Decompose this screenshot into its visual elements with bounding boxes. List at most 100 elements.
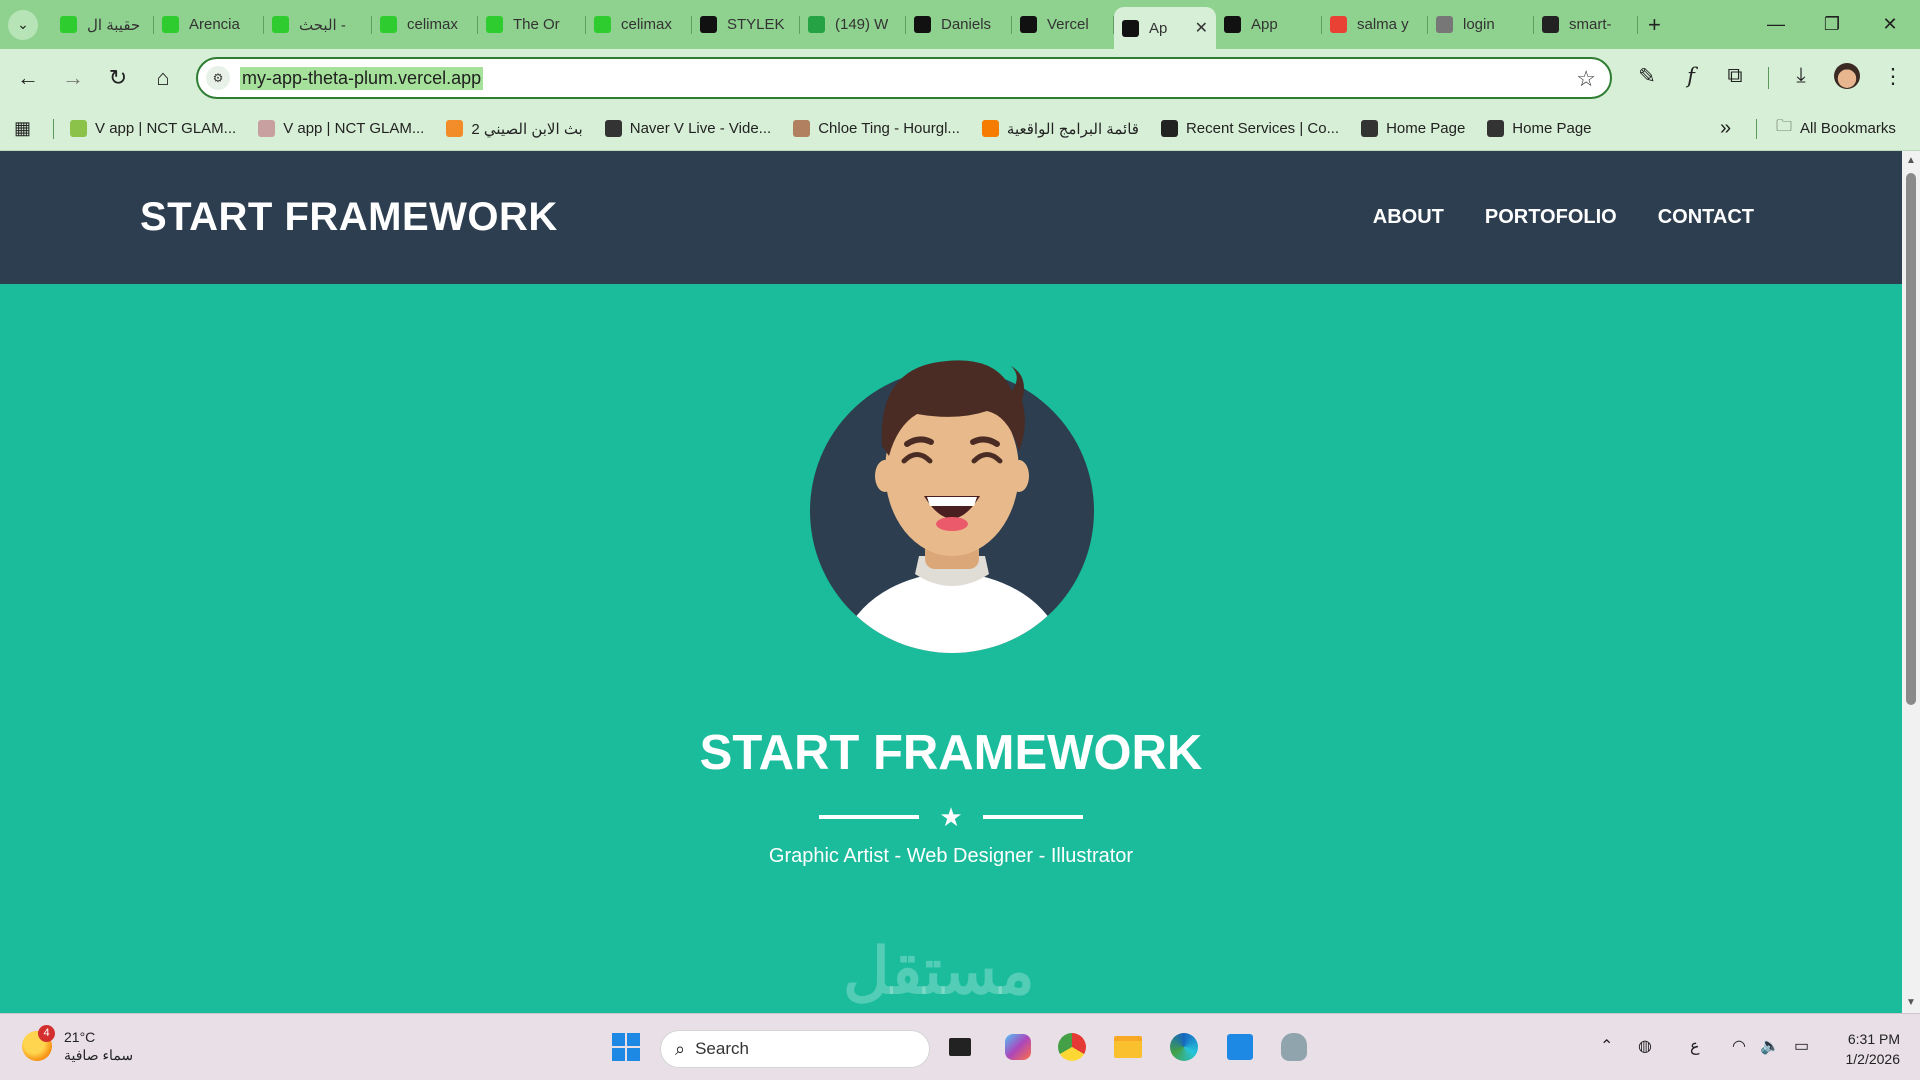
- vscode-icon[interactable]: [1220, 1027, 1260, 1067]
- bookmark-favicon-icon: [1361, 120, 1379, 137]
- hero-divider: ★: [819, 802, 1083, 832]
- apps-grid-icon[interactable]: ▦: [14, 118, 31, 139]
- site-brand[interactable]: START FRAMEWORK: [140, 195, 558, 240]
- hero-subtitle: Graphic Artist - Web Designer - Illustra…: [768, 845, 1134, 867]
- browser-tab[interactable]: celimax: [586, 0, 692, 49]
- weather-temp: 21°C: [64, 1029, 96, 1045]
- extensions-icon[interactable]: ⧉: [1714, 55, 1756, 97]
- download-icon[interactable]: ⤓: [1780, 55, 1822, 97]
- taskbar-search[interactable]: ⌕ Search: [660, 1030, 930, 1068]
- bookmark-star-icon[interactable]: ☆: [1576, 66, 1596, 92]
- volume-icon[interactable]: 🔈: [1760, 1036, 1780, 1056]
- bookmark-item[interactable]: Home Page: [1361, 120, 1465, 137]
- tab-title: Arencia: [189, 16, 240, 33]
- browser-tab[interactable]: Ap ✕: [1114, 7, 1216, 49]
- taskbar: 4 21°C سماء صافية ⌕ Search ⌃ ◍ ع ◠ 🔈 ▭ 6…: [0, 1013, 1920, 1080]
- bookmark-item[interactable]: V app | NCT GLAM...: [70, 120, 236, 137]
- tab-favicon-icon: [1122, 19, 1139, 37]
- browser-tab[interactable]: smart-: [1534, 0, 1638, 49]
- tab-favicon-icon: [808, 16, 825, 33]
- file-explorer-icon[interactable]: [1108, 1027, 1148, 1067]
- browser-tab[interactable]: Arencia: [154, 0, 264, 49]
- app-mascot-icon[interactable]: [1274, 1027, 1314, 1067]
- bookmark-item[interactable]: بث الابن الصيني 2: [446, 120, 583, 138]
- tab-favicon-icon: [1436, 16, 1453, 33]
- reload-button[interactable]: ↻: [97, 57, 139, 99]
- browser-tab[interactable]: celimax: [372, 0, 478, 49]
- divider-line-right: [983, 815, 1083, 819]
- nav-about-link[interactable]: ABOUT: [1373, 206, 1444, 229]
- bookmark-favicon-icon: [258, 120, 276, 137]
- bookmark-favicon-icon: [1160, 120, 1178, 137]
- restore-button[interactable]: ❐: [1804, 0, 1860, 49]
- browser-tab[interactable]: (149) W: [800, 0, 906, 49]
- url-text[interactable]: my-app-theta-plum.vercel.app: [240, 66, 484, 90]
- new-tab-button[interactable]: +: [1648, 12, 1661, 38]
- site-info-icon[interactable]: ⚙: [206, 66, 230, 90]
- browser-tab[interactable]: App: [1216, 0, 1322, 49]
- battery-icon[interactable]: ▭: [1794, 1036, 1809, 1056]
- forward-button[interactable]: →: [52, 57, 94, 99]
- browser-tab[interactable]: STYLEK: [692, 0, 800, 49]
- weather-widget[interactable]: 4 21°C سماء صافية: [22, 1025, 134, 1064]
- tab-favicon-icon: [272, 16, 289, 33]
- more-bookmarks-button[interactable]: »: [1720, 117, 1731, 140]
- bookmark-item[interactable]: Recent Services | Co...: [1160, 120, 1340, 137]
- bookmark-item[interactable]: Home Page: [1487, 120, 1592, 137]
- tab-favicon-icon: [700, 16, 717, 33]
- bookmark-label: Recent Services | Co...: [1185, 120, 1340, 137]
- browser-tab[interactable]: The Or: [478, 0, 586, 49]
- windows-start-icon[interactable]: [606, 1027, 646, 1067]
- home-icon: ⌂: [156, 65, 170, 90]
- bookmark-item[interactable]: Naver V Live - Vide...: [604, 120, 772, 137]
- tab-title: البحث -: [299, 16, 346, 34]
- toolbar-separator: [1768, 67, 1769, 89]
- browser-tab[interactable]: salma y: [1322, 0, 1428, 49]
- nav-contact-link[interactable]: CONTACT: [1658, 206, 1754, 229]
- browser-tab[interactable]: Daniels: [906, 0, 1012, 49]
- bookmark-label: Naver V Live - Vide...: [629, 120, 772, 137]
- star-icon: ★: [939, 802, 963, 832]
- browser-tab[interactable]: Vercel: [1012, 0, 1114, 49]
- fonts-extension-icon[interactable]: f: [1670, 55, 1712, 97]
- bookmark-label: V app | NCT GLAM...: [95, 120, 237, 137]
- page-viewport: START FRAMEWORK ABOUT PORTOFOLIO CONTACT: [0, 151, 1902, 1013]
- edge-icon[interactable]: [1164, 1027, 1204, 1067]
- weather-desc: سماء صافية: [64, 1047, 134, 1063]
- clock[interactable]: 6:31 PM 1/2/2026: [1830, 1029, 1901, 1069]
- chrome-icon[interactable]: [1052, 1027, 1092, 1067]
- tab-strip: ⌄ حقيبة ال Arencia البحث - celimax The Or cel…: [0, 0, 1920, 49]
- back-button[interactable]: ←: [7, 57, 49, 99]
- menu-icon[interactable]: ⋮: [1872, 55, 1914, 97]
- home-button[interactable]: ⌂: [142, 57, 184, 99]
- bookmark-label: Home Page: [1386, 120, 1466, 137]
- profile-avatar[interactable]: [1826, 55, 1868, 97]
- bookmark-item[interactable]: Chloe Ting - Hourgl...: [793, 120, 960, 137]
- bookmark-item[interactable]: V app | NCT GLAM...: [258, 120, 424, 137]
- all-bookmarks-button[interactable]: 🗀 All Bookmarks: [1776, 115, 1896, 142]
- address-bar[interactable]: ⚙ my-app-theta-plum.vercel.app ☆: [196, 57, 1612, 99]
- chevron-up-icon[interactable]: ⌃: [1600, 1036, 1613, 1056]
- tab-search-button[interactable]: ⌄: [8, 9, 38, 40]
- tab-title: Daniels: [941, 16, 992, 33]
- tab-favicon-icon: [380, 16, 397, 33]
- scroll-down-icon[interactable]: ▼: [1902, 995, 1920, 1011]
- eyedropper-icon[interactable]: ✎: [1626, 55, 1668, 97]
- close-tab-icon[interactable]: ✕: [1187, 18, 1208, 38]
- network-info-icon[interactable]: ◍: [1638, 1036, 1652, 1056]
- task-view-icon[interactable]: [940, 1027, 980, 1067]
- tab-favicon-icon: [914, 16, 931, 33]
- scroll-thumb[interactable]: [1906, 173, 1916, 705]
- scroll-up-icon[interactable]: ▲: [1902, 153, 1920, 169]
- nav-portfolio-link[interactable]: PORTOFOLIO: [1485, 206, 1617, 229]
- minimize-button[interactable]: —: [1748, 0, 1804, 49]
- page-scrollbar[interactable]: ▲ ▼: [1902, 151, 1920, 1013]
- wifi-icon[interactable]: ◠: [1732, 1036, 1746, 1056]
- language-indicator[interactable]: ع: [1690, 1036, 1700, 1056]
- bookmark-item[interactable]: قائمة البرامج الواقعية: [981, 120, 1139, 138]
- browser-tab[interactable]: البحث -: [264, 0, 372, 49]
- browser-tab[interactable]: حقيبة ال: [52, 0, 154, 49]
- copilot-icon[interactable]: [998, 1027, 1038, 1067]
- browser-tab[interactable]: login: [1428, 0, 1534, 49]
- close-window-button[interactable]: ✕: [1862, 0, 1918, 49]
